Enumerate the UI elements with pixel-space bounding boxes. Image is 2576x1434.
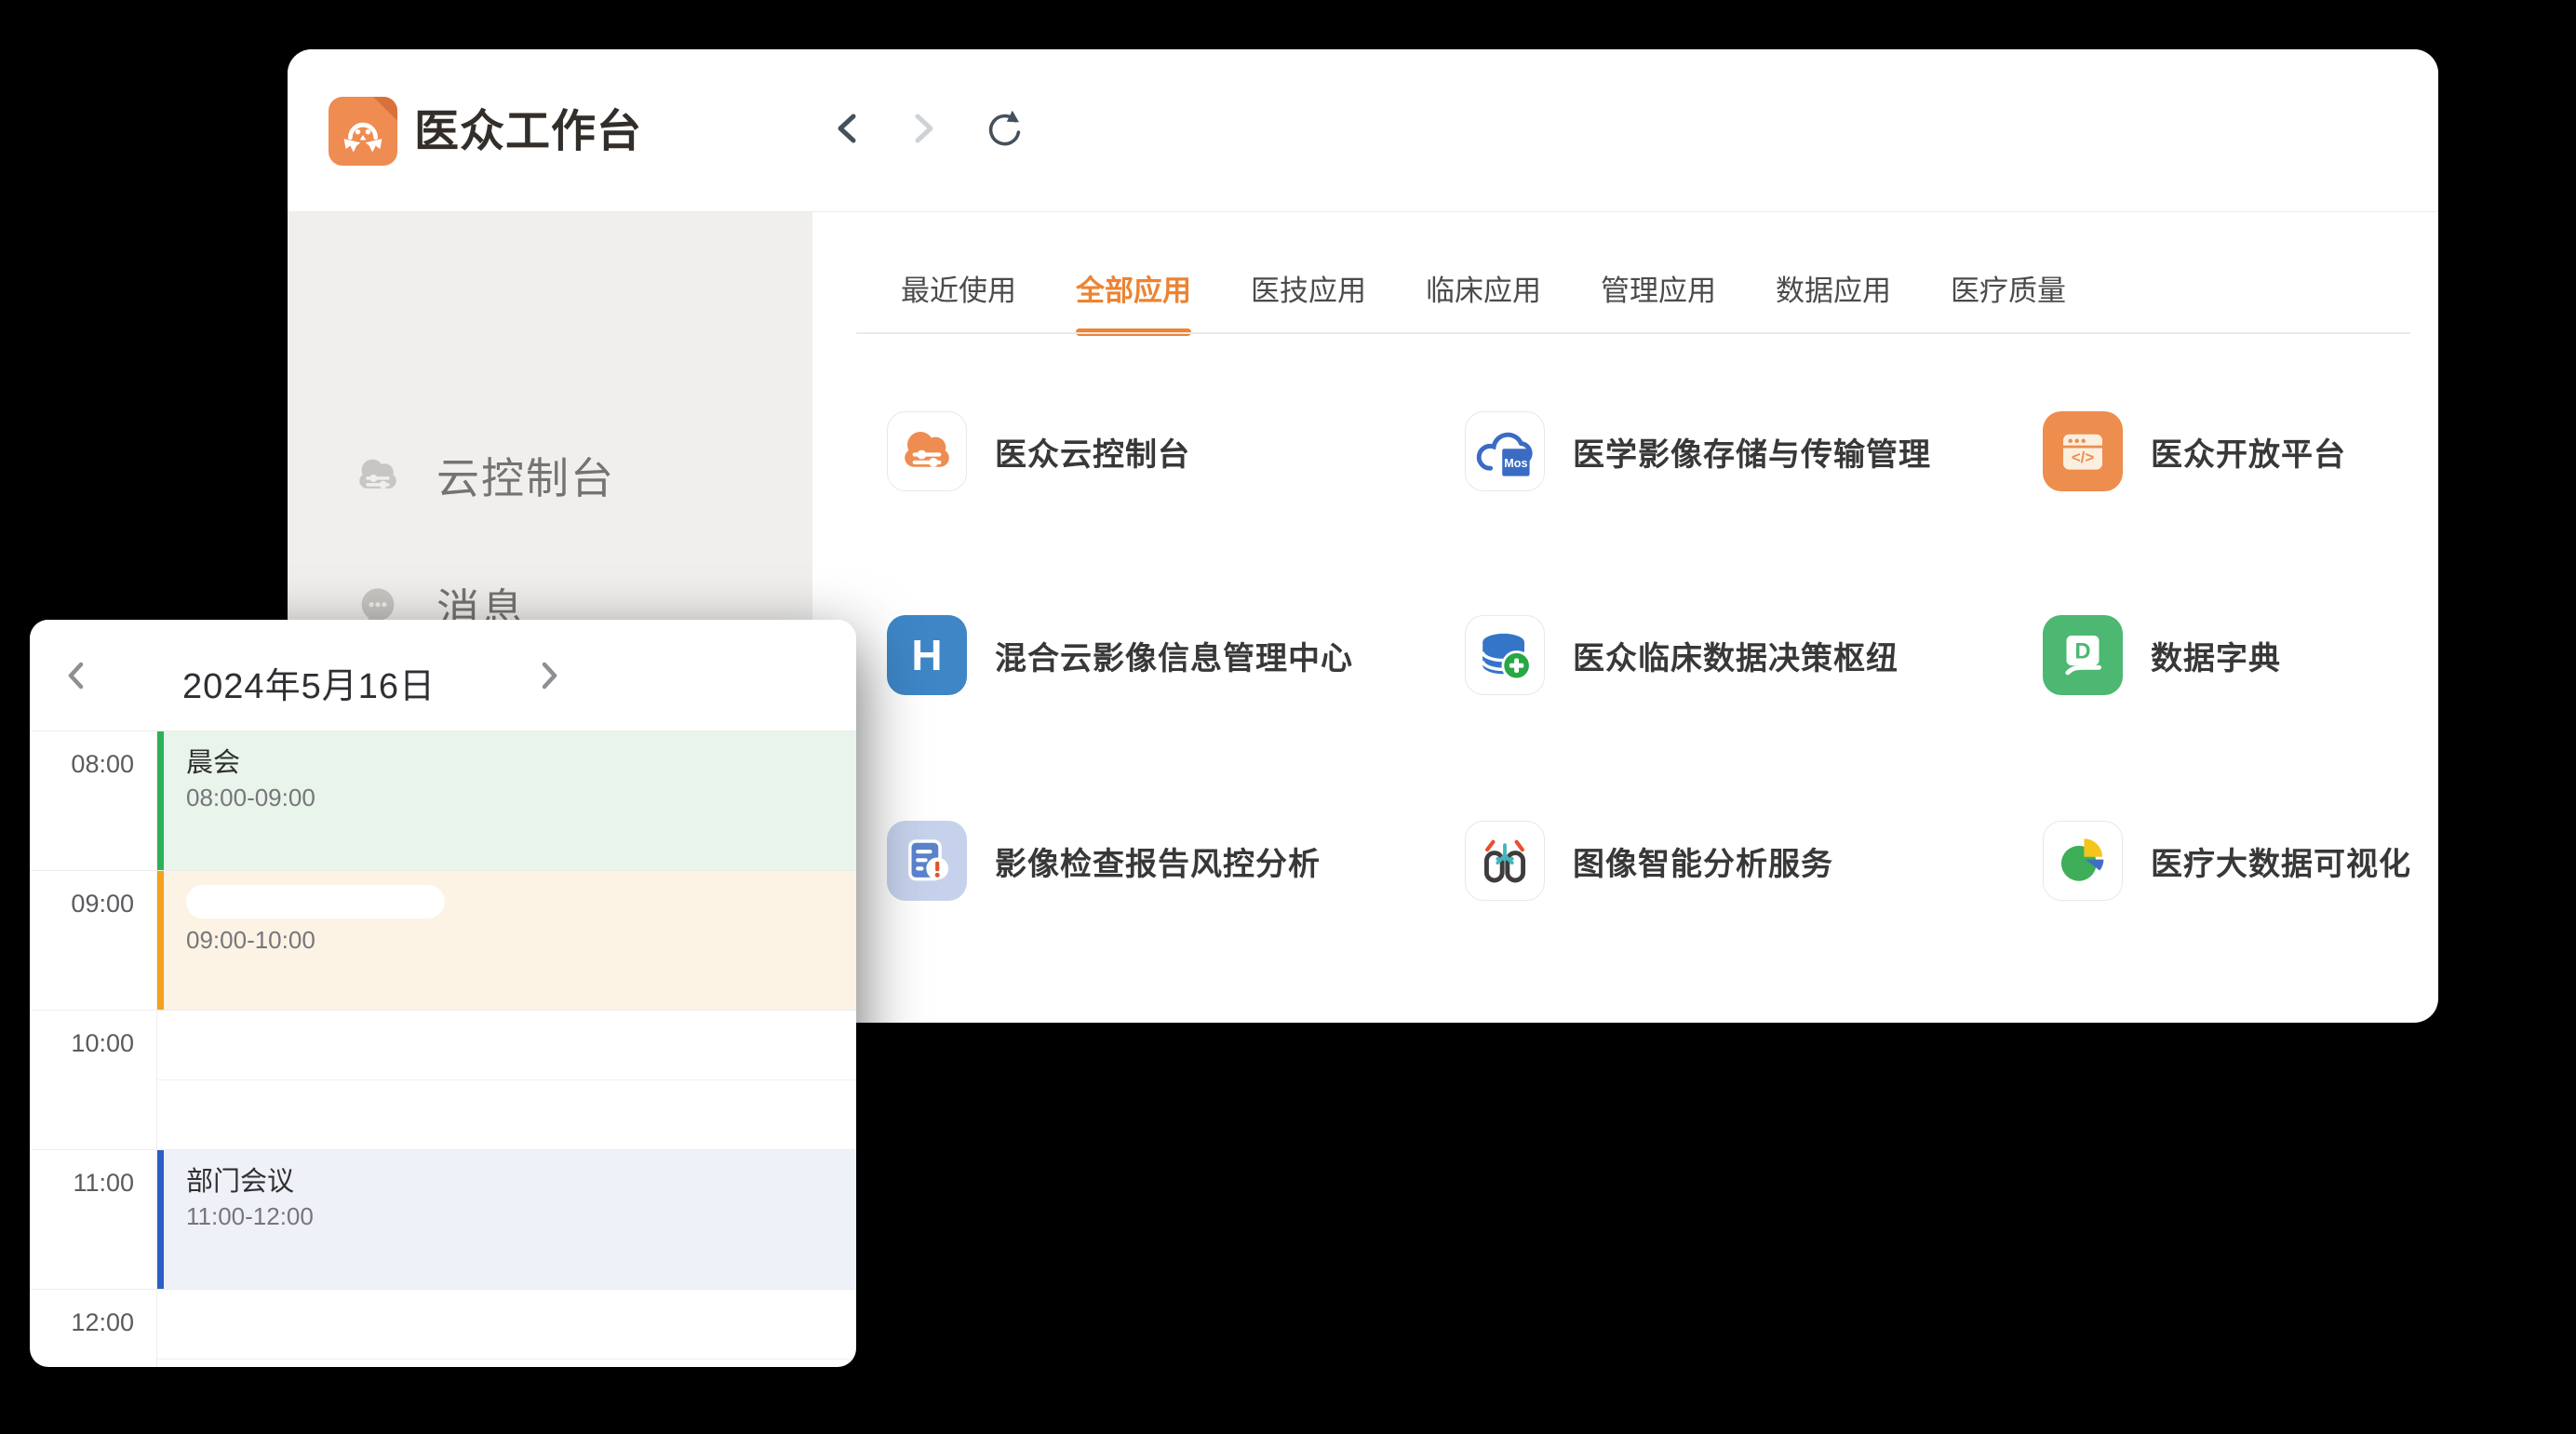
- cloud-sliders-icon: [894, 419, 959, 484]
- hour-gridline: [30, 1289, 856, 1290]
- tab-all-apps[interactable]: 全部应用: [1076, 269, 1191, 314]
- dictionary-icon: D: [2050, 623, 2115, 688]
- lungs-icon: [1472, 828, 1537, 893]
- app-tile: [2043, 821, 2123, 901]
- app-tile: [887, 821, 967, 901]
- app-hybrid-cloud-center[interactable]: H 混合云影像信息管理中心: [887, 614, 1353, 696]
- cloud-console-icon: [351, 449, 405, 503]
- calendar-date: 2024年5月16日: [141, 657, 476, 708]
- calendar-next-button[interactable]: [529, 653, 570, 698]
- mos-badge-text: Mos: [1504, 457, 1527, 470]
- app-tile: D: [2043, 615, 2123, 695]
- tab-medtech-apps[interactable]: 医技应用: [1251, 269, 1366, 314]
- refresh-button[interactable]: [978, 104, 1026, 153]
- app-tile: Mos: [1465, 411, 1545, 491]
- hour-gridline: [30, 1010, 856, 1011]
- app-tile: [887, 411, 967, 491]
- database-plus-icon: [1472, 623, 1537, 688]
- calendar-panel: 2024年5月16日 08:00 09:00 10:00 11:00 12:00…: [30, 620, 856, 1367]
- app-tile: [1465, 821, 1545, 901]
- calendar-header: 2024年5月16日: [30, 620, 856, 730]
- hour-label: 11:00: [30, 1167, 134, 1199]
- app-title: 医众工作台: [414, 107, 642, 157]
- forward-arrow-icon: [905, 108, 942, 149]
- tab-quality[interactable]: 医疗质量: [1951, 269, 2066, 314]
- app-label: 影像检查报告风控分析: [995, 838, 1321, 884]
- hour-label: 12:00: [30, 1307, 134, 1338]
- event-time: 09:00-10:00: [186, 926, 856, 954]
- half-hour-gridline: [156, 1079, 856, 1080]
- calendar-prev-button[interactable]: [56, 653, 97, 698]
- app-report-risk-analysis[interactable]: 影像检查报告风控分析: [887, 820, 1321, 902]
- logo-fold-corner: [373, 97, 397, 121]
- app-clinical-data-hub[interactable]: 医众临床数据决策枢纽: [1465, 614, 1898, 696]
- letter-d-text: D: [2074, 639, 2090, 664]
- app-label: 医众开放平台: [2151, 429, 2346, 475]
- app-imaging-storage[interactable]: Mos 医学影像存储与传输管理: [1465, 410, 1931, 492]
- tab-divider: [856, 332, 2410, 334]
- back-button[interactable]: [824, 104, 872, 153]
- app-label: 医众临床数据决策枢纽: [1573, 633, 1898, 678]
- app-tile: [1465, 615, 1545, 695]
- forward-button[interactable]: [899, 104, 947, 153]
- report-alert-icon: [894, 828, 959, 893]
- app-label: 医疗大数据可视化: [2151, 838, 2411, 884]
- chevron-right-icon: [535, 659, 563, 692]
- app-label: 医众云控制台: [995, 429, 1190, 475]
- tab-clinical-apps[interactable]: 临床应用: [1426, 269, 1541, 314]
- sidebar-item-cloud-console[interactable]: 云控制台: [288, 434, 812, 517]
- hour-label: 09:00: [30, 888, 134, 919]
- calendar-event-department-meeting[interactable]: 部门会议 11:00-12:00: [157, 1150, 856, 1289]
- hour-label: 08:00: [30, 748, 134, 780]
- app-label: 混合云影像信息管理中心: [995, 633, 1353, 678]
- calendar-event-redacted[interactable]: 09:00-10:00: [157, 871, 856, 1010]
- screenshot-root: 医众工作台: [0, 0, 2576, 1434]
- chevron-left-icon: [62, 659, 90, 692]
- tab-recent[interactable]: 最近使用: [901, 269, 1016, 314]
- app-tile: </>: [2043, 411, 2123, 491]
- event-time: 08:00-09:00: [186, 784, 856, 811]
- app-category-tabs: 最近使用 全部应用 医技应用 临床应用 管理应用 数据应用 医疗质量: [901, 269, 2066, 314]
- refresh-icon: [980, 106, 1025, 151]
- code-window-icon: </>: [2050, 419, 2115, 484]
- app-open-platform[interactable]: </> 医众开放平台: [2043, 410, 2346, 492]
- app-label: 数据字典: [2151, 633, 2281, 678]
- code-glyph-text: </>: [2072, 449, 2094, 466]
- back-arrow-icon: [829, 108, 866, 149]
- tab-data-apps[interactable]: 数据应用: [1776, 269, 1891, 314]
- hour-label: 10:00: [30, 1027, 134, 1059]
- app-image-ai-analysis[interactable]: 图像智能分析服务: [1465, 820, 1833, 902]
- half-hour-gridline: [156, 1359, 856, 1360]
- redacted-event-title: [186, 885, 445, 918]
- app-logo: [329, 97, 397, 166]
- calendar-event-morning-meeting[interactable]: 晨会 08:00-09:00: [157, 731, 856, 870]
- letter-h-icon: H: [911, 630, 942, 680]
- cloud-mos-icon: Mos: [1472, 419, 1537, 484]
- app-cloud-console[interactable]: 医众云控制台: [887, 410, 1190, 492]
- window-header: 医众工作台: [288, 49, 2438, 212]
- app-data-dictionary[interactable]: D 数据字典: [2043, 614, 2281, 696]
- event-title: 部门会议: [186, 1166, 856, 1198]
- app-label: 图像智能分析服务: [1573, 838, 1833, 884]
- app-bigdata-visualization[interactable]: 医疗大数据可视化: [2043, 820, 2411, 902]
- sidebar-item-label: 云控制台: [436, 445, 615, 506]
- event-title: 晨会: [186, 747, 856, 779]
- pie-chart-icon: [2050, 828, 2115, 893]
- event-time: 11:00-12:00: [186, 1202, 856, 1230]
- app-tile: H: [887, 615, 967, 695]
- tab-management-apps[interactable]: 管理应用: [1601, 269, 1716, 314]
- app-label: 医学影像存储与传输管理: [1573, 429, 1931, 475]
